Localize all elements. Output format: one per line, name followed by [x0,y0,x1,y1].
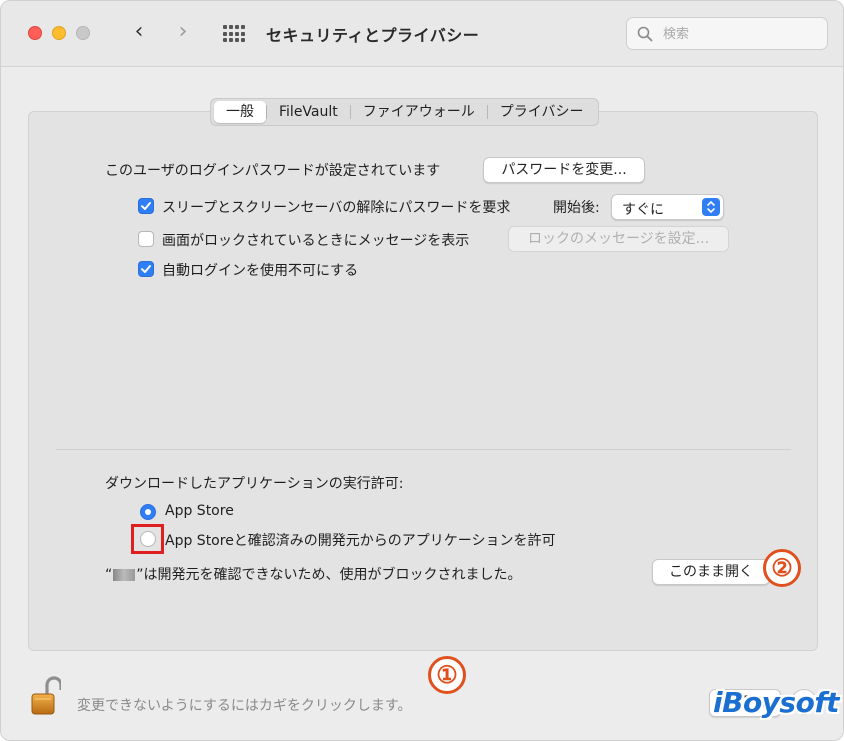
show-all-grid-icon[interactable] [223,25,247,43]
blocked-app-message: “ ”は開発元を確認できないため、使用がブロックされました。 [105,564,522,584]
start-after-value: すぐに [622,202,664,218]
disable-auto-login-checkbox[interactable] [138,261,154,277]
search-field[interactable] [626,17,828,50]
annotation-highlight-box [131,524,164,554]
back-chevron-icon[interactable]: ‹ [127,19,151,47]
tab-privacy[interactable]: プライバシー [488,101,596,123]
forward-chevron-icon[interactable]: › [171,19,195,47]
tab-firewall[interactable]: ファイアウォール [351,101,487,123]
start-after-select[interactable]: すぐに [611,194,724,220]
checkmark-icon [141,202,151,210]
iboysoft-watermark: iBoysoft [713,686,839,719]
updown-chevron-icon [702,198,720,216]
section-divider [56,449,791,450]
window-title: セキュリティとプライバシー [266,26,480,45]
disable-auto-login-label: 自動ログインを使用不可にする [162,263,359,279]
minimize-window-button[interactable] [52,26,66,40]
tab-general[interactable]: 一般 [214,101,266,123]
set-lock-message-button[interactable]: ロックのメッセージを設定... [508,226,729,252]
lock-message-checkbox[interactable] [138,231,154,247]
tab-bar: 一般 FileVault ファイアウォール プライバシー [210,98,600,126]
annotation-step-1: ① [428,656,466,694]
close-window-button[interactable] [28,26,42,40]
title-bar: ‹ › セキュリティとプライバシー [1,1,843,67]
radio-app-store-label: App Store [165,503,234,519]
tab-filevault[interactable]: FileVault [267,101,350,123]
zoom-window-button[interactable] [76,26,90,40]
annotation-step-2: ② [763,549,801,587]
lock-hint-text: 変更できないようにするにはカギをクリックします。 [77,698,412,714]
start-after-label: 開始後: [553,200,600,216]
search-icon [637,26,653,42]
security-privacy-window: ‹ › セキュリティとプライバシー 一般 FileVault ファイアウォール … [0,0,844,741]
password-set-label: このユーザのログインパスワードが設定されています [105,163,441,179]
require-password-checkbox[interactable] [138,198,154,214]
blurred-app-name [113,569,136,581]
search-input[interactable] [663,24,813,44]
radio-app-store[interactable] [140,504,156,520]
radio-app-store-and-identified-label: App Storeと確認済みの開発元からのアプリケーションを許可 [165,533,556,549]
change-password-button[interactable]: パスワードを変更... [483,157,645,183]
downloads-heading: ダウンロードしたアプリケーションの実行許可: [105,476,404,492]
lock-message-label: 画面がロックされているときにメッセージを表示 [162,233,470,249]
require-password-label: スリープとスクリーンセーバの解除にパスワードを要求 [162,200,511,216]
open-anyway-button[interactable]: このまま開く [652,559,770,585]
unlocked-padlock-icon[interactable] [31,676,61,716]
blocked-suffix: ”は開発元を確認できないため、使用がブロックされました。 [136,567,522,583]
blocked-prefix: “ [105,567,113,583]
checkmark-icon [141,265,151,273]
